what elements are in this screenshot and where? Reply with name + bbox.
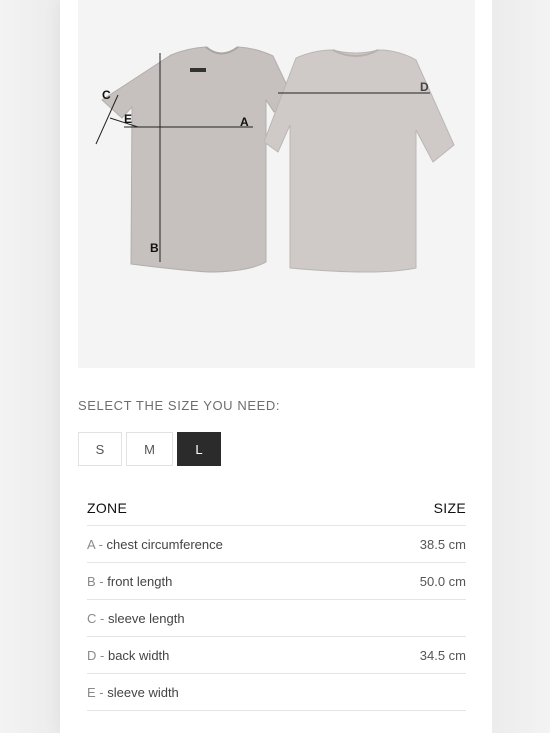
zone-letter: C - [87,610,105,626]
size-guide-image: A B C D E [78,0,475,368]
size-value: 50.0 cm [419,573,466,589]
header-zone: ZONE [87,499,128,516]
zone-cell: C - sleeve length [87,611,185,626]
zone-name: sleeve width [107,684,179,700]
label-e: E [124,112,132,126]
size-table: ZONE SIZE A - chest circumference 38.5 c… [87,490,466,711]
size-prompt: SELECT THE SIZE YOU NEED: [78,398,281,413]
table-row: A - chest circumference 38.5 cm [87,526,466,563]
size-value: 34.5 cm [419,647,466,663]
tshirt-measurement-figure: A B C D E [95,46,455,273]
zone-letter: E - [87,684,104,700]
zone-name: back width [107,647,170,663]
table-row: C - sleeve length [87,600,466,637]
header-size: SIZE [433,499,466,516]
zone-letter: D - [87,647,105,663]
zone-cell: D - back width [87,648,169,663]
label-a: A [240,115,249,129]
table-header: ZONE SIZE [87,490,466,526]
zone-cell: E - sleeve width [87,685,179,700]
zone-letter: A - [87,536,103,552]
size-selector: S M L [78,432,221,466]
size-button-l[interactable]: L [177,432,221,466]
label-b: B [150,241,159,255]
zone-name: chest circumference [106,536,223,552]
background-left [0,0,60,733]
background-right [492,0,550,733]
size-button-s[interactable]: S [78,432,122,466]
zone-name: sleeve length [107,610,185,626]
size-button-m[interactable]: M [126,432,173,466]
zone-name: front length [107,573,173,589]
table-row: E - sleeve width [87,674,466,711]
table-row: D - back width 34.5 cm [87,637,466,674]
table-row: B - front length 50.0 cm [87,563,466,600]
zone-cell: B - front length [87,574,172,589]
label-c: C [102,88,111,102]
zone-letter: B - [87,573,104,589]
zone-cell: A - chest circumference [87,537,223,552]
brand-label [190,68,206,72]
label-d: D [420,80,429,94]
size-value: 38.5 cm [419,536,466,552]
front-tshirt [101,46,294,273]
